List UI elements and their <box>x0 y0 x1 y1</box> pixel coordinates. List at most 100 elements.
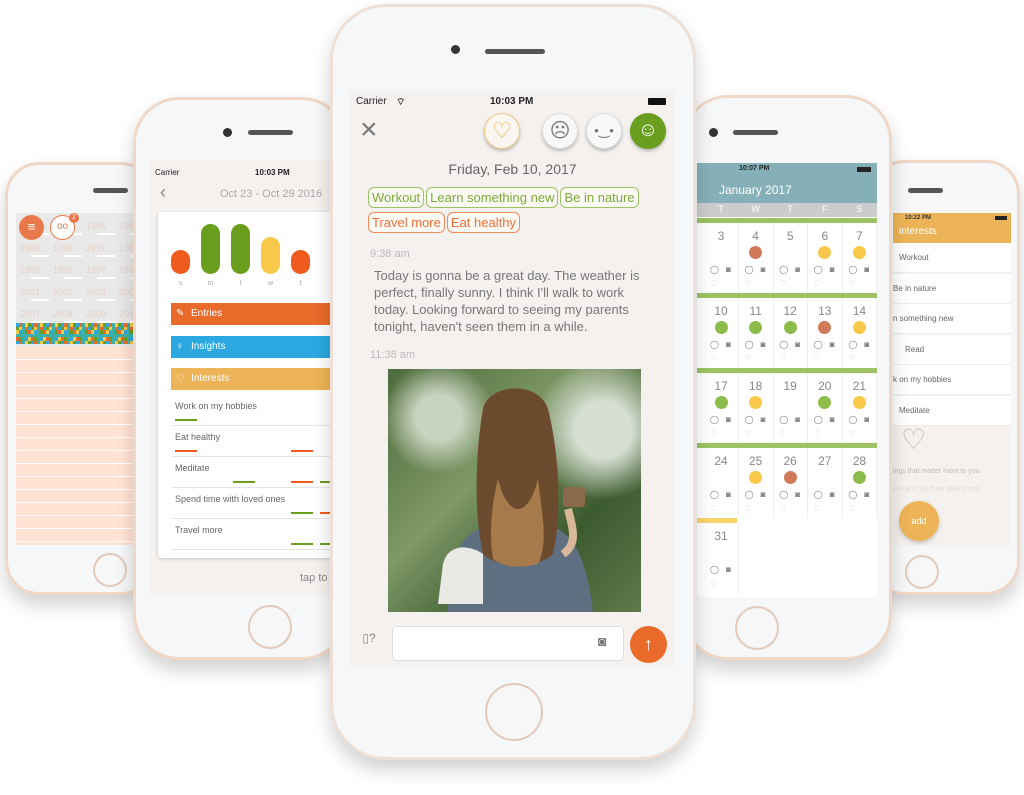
home-button[interactable] <box>735 606 779 650</box>
calendar-day[interactable]: 28 ◯ ◙ ♡ <box>842 448 877 518</box>
tag-chip[interactable]: Be in nature <box>560 187 639 208</box>
calendar-day[interactable]: 13 ◯ ◙ ♡ <box>808 298 843 368</box>
camera-icon: ◙ <box>864 415 870 424</box>
favorite-button[interactable]: ♡ <box>484 113 520 149</box>
heart-icon: ♡ <box>848 354 856 363</box>
calendar-day[interactable]: 20 ◯ ◙ ♡ <box>808 373 843 443</box>
year-cell[interactable]: 2009 <box>86 309 106 319</box>
mood-neutral-button[interactable]: •‿• <box>586 113 622 149</box>
camera-icon: ◙ <box>760 265 766 274</box>
calendar-day[interactable]: 25 ◯ ◙ ♡ <box>739 448 774 518</box>
prompt-cards-icon[interactable]: ▯? <box>356 631 382 651</box>
comment-icon: ◯ <box>744 415 754 424</box>
day-number: 19 <box>783 379 797 393</box>
calendar-day[interactable]: 21 ◯ ◙ ♡ <box>842 373 877 443</box>
camera-icon: ◙ <box>864 490 870 499</box>
day-label: s <box>178 280 183 287</box>
calendar-day[interactable]: 27 ◯ ◙ ♡ <box>808 448 843 518</box>
calendar-day[interactable]: 24 ◯ ◙ ♡ <box>704 448 739 518</box>
mood-sad-button[interactable]: ☹ <box>542 113 578 149</box>
home-button[interactable] <box>905 555 939 589</box>
send-button[interactable]: ↑ <box>630 626 667 663</box>
calendar-day[interactable]: 18 ◯ ◙ ♡ <box>739 373 774 443</box>
year-cell[interactable]: 2001 <box>20 287 40 297</box>
interest-label: Meditate <box>175 463 210 473</box>
screen-title: interests <box>899 226 937 237</box>
calendar-day[interactable]: 3 ◯ ◙ ♡ <box>704 223 739 293</box>
year-cell[interactable]: 2007 <box>20 309 40 319</box>
calendar-day[interactable]: 5 ◯ ◙ ♡ <box>773 223 809 293</box>
interest-row[interactable]: Meditate <box>171 457 350 488</box>
calendar-day[interactable]: 19 ◯ ◙ ♡ <box>773 373 809 443</box>
interest-row[interactable]: Spend time with loved ones <box>171 488 350 519</box>
tag-chip[interactable]: Workout <box>368 187 425 208</box>
entry-input[interactable] <box>392 626 624 661</box>
camera-icon: ◙ <box>829 490 835 499</box>
mood-dot <box>715 471 728 484</box>
interest-item[interactable]: k on my hobbies <box>893 365 1011 395</box>
interest-item[interactable]: Meditate <box>893 395 1011 426</box>
month-title: January 2017 <box>719 183 792 197</box>
year-cell[interactable]: 1996 <box>53 265 73 275</box>
calendar-day[interactable]: 6 ◯ ◙ ♡ <box>808 223 843 293</box>
interest-row[interactable]: Travel more <box>171 519 350 550</box>
calendar-day[interactable]: 11 ◯ ◙ ♡ <box>739 298 774 368</box>
year-cell[interactable]: 2002 <box>53 287 73 297</box>
interest-row[interactable]: Work on my hobbies <box>171 395 350 426</box>
back-button[interactable]: ‹ <box>160 182 166 203</box>
camera-icon: ◙ <box>760 490 766 499</box>
interest-mark <box>175 419 197 421</box>
day-number: 24 <box>714 454 728 468</box>
interest-row[interactable]: Eat healthy <box>171 426 350 457</box>
camera-icon: ◙ <box>795 490 801 499</box>
day-label: m <box>207 280 214 287</box>
calendar-day[interactable]: 4 ◯ ◙ ♡ <box>739 223 774 293</box>
calendar-day[interactable]: 31 ◯ ◙ ♡ <box>704 523 739 593</box>
day-number: 21 <box>852 379 867 393</box>
home-button[interactable] <box>93 553 127 587</box>
year-cell[interactable]: 1985 <box>86 221 106 231</box>
day-label: w <box>267 280 274 287</box>
entry-photo[interactable] <box>388 369 641 612</box>
heart-icon: ♡ <box>744 354 752 363</box>
menu-button[interactable]: ≡ <box>19 215 44 240</box>
year-cell[interactable]: 1989 <box>20 243 40 253</box>
year-cell[interactable]: 2008 <box>53 309 73 319</box>
camera-icon[interactable]: ◙ <box>598 633 606 649</box>
add-button[interactable]: add <box>899 501 939 541</box>
calendar-day[interactable]: 10 ◯ ◙ ♡ <box>704 298 739 368</box>
calendar-day[interactable]: 14 ◯ ◙ ♡ <box>842 298 877 368</box>
tag-chip[interactable]: Learn something new <box>426 187 559 208</box>
year-cell[interactable]: 1995 <box>20 265 40 275</box>
mood-dot <box>852 471 866 484</box>
interest-item[interactable]: Read <box>893 334 1011 365</box>
calendar-day[interactable]: 12 ◯ ◙ ♡ <box>773 298 809 368</box>
insights-section[interactable]: ♀ Insights <box>171 336 350 358</box>
year-cell[interactable]: 1990 <box>53 243 73 253</box>
calendar-day[interactable]: 26 ◯ ◙ ♡ <box>773 448 809 518</box>
camera-icon: ◙ <box>760 340 766 349</box>
comment-icon: ◯ <box>848 490 858 499</box>
heart-icon: ♡ <box>710 504 718 513</box>
mood-happy-button[interactable]: ☺ <box>630 113 666 149</box>
interests-section[interactable]: ♡ Interests <box>171 368 350 390</box>
interest-mark <box>291 450 313 452</box>
home-button[interactable] <box>248 605 292 649</box>
comment-icon: ◯ <box>744 490 754 499</box>
interest-item[interactable]: Workout <box>893 243 1011 273</box>
mood-dot <box>818 471 831 484</box>
calendar-day[interactable]: 17 ◯ ◙ ♡ <box>704 373 739 443</box>
year-cell[interactable]: 2003 <box>86 287 106 297</box>
tag-chip[interactable]: Eat healthy <box>446 212 520 233</box>
home-button[interactable] <box>485 683 543 741</box>
close-button[interactable]: × <box>360 113 378 147</box>
tag-chip[interactable]: Travel more <box>368 212 445 233</box>
heart-icon: ♡ <box>779 504 787 513</box>
year-cell[interactable]: 1997 <box>86 265 106 275</box>
entries-section[interactable]: ✎ Entries <box>171 303 350 325</box>
calendar-day[interactable]: 7 ◯ ◙ ♡ <box>842 223 877 293</box>
interest-item[interactable]: Be in nature <box>893 273 1011 304</box>
year-cell[interactable]: 1991 <box>86 243 106 253</box>
comment-icon: ◯ <box>813 490 823 499</box>
interest-item[interactable]: n something new <box>893 304 1011 334</box>
